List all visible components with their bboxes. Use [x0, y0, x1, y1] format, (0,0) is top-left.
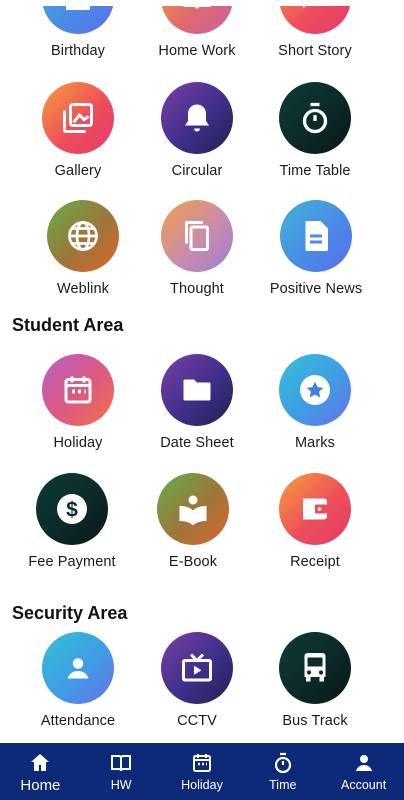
section-title-student-area: Student Area [12, 315, 124, 335]
tile-time-table[interactable]: Time Table [255, 82, 375, 179]
nav-label: HW [110, 778, 132, 792]
tile-fee-payment[interactable]: $ Fee Payment [12, 473, 132, 570]
tile-label: Birthday [51, 43, 105, 59]
tile-positive-news[interactable]: Positive News [256, 200, 376, 297]
nav-label: Home [20, 777, 61, 794]
tile-label: Time Table [279, 163, 351, 179]
tile-bus-track[interactable]: Bus Track [255, 632, 375, 729]
tile-label: Thought [170, 281, 224, 297]
tile-e-book[interactable]: E-Book [133, 473, 253, 570]
home-icon [31, 754, 50, 771]
tile-short-story[interactable]: Short Story [255, 0, 375, 59]
tile-thought[interactable]: Thought [137, 200, 257, 297]
document-icon [280, 200, 352, 272]
tile-label: Fee Payment [28, 554, 116, 570]
reader-icon [157, 473, 229, 545]
calendar-icon [42, 354, 114, 426]
tile-label: Circular [171, 163, 223, 179]
tile-label: Short Story [278, 43, 352, 59]
nav-label: Holiday [181, 778, 223, 792]
nav-item-holiday[interactable]: Holiday [162, 743, 243, 800]
svg-text:$: $ [66, 499, 78, 522]
tile-weblink[interactable]: Weblink [23, 200, 143, 297]
tile-label: Holiday [53, 435, 103, 451]
tile-label: Weblink [56, 281, 109, 297]
wallet-icon [279, 473, 351, 545]
tile-label: Receipt [290, 554, 340, 570]
person-icon [355, 755, 372, 771]
tile-attendance[interactable]: Attendance [18, 632, 138, 729]
tile-cctv[interactable]: CCTV [137, 632, 257, 729]
nav-item-time[interactable]: Time [242, 743, 323, 800]
nav-label: Account [341, 778, 387, 792]
folder-icon [161, 354, 233, 426]
calendar-icon [192, 754, 211, 772]
top-edge [0, 0, 404, 6]
copy-icon [161, 200, 233, 272]
tile-label: Gallery [54, 163, 102, 179]
tile-label: Home Work [158, 43, 236, 59]
nav-item-hw[interactable]: HW [81, 743, 162, 800]
tile-label: Positive News [269, 281, 363, 297]
tile-birthday[interactable]: Birthday [18, 0, 138, 59]
nav-item-home[interactable]: Home [0, 743, 81, 800]
tile-date-sheet[interactable]: Date Sheet [137, 354, 257, 451]
section-title-security-area: Security Area [12, 603, 128, 623]
tile-home-work[interactable]: Home Work [137, 0, 257, 59]
book-icon [111, 755, 132, 772]
gallery-icon [42, 82, 114, 154]
person-card-icon [42, 632, 114, 704]
tile-circular[interactable]: Circular [137, 82, 257, 179]
tile-label: E-Book [168, 554, 218, 570]
tile-label: Marks [295, 435, 335, 451]
bell-icon [161, 82, 233, 154]
nav-label: Time [269, 778, 297, 792]
dollar-icon: $ [36, 473, 108, 545]
tv-icon [161, 632, 233, 704]
bottom-navigation: Home HW Holiday Time Account [0, 743, 404, 800]
tile-receipt[interactable]: Receipt [255, 473, 375, 570]
tile-label: Attendance [40, 713, 116, 729]
stopwatch-icon [279, 82, 351, 154]
bus-icon [279, 632, 351, 704]
tile-marks[interactable]: Marks [255, 354, 375, 451]
stopwatch-icon [274, 752, 291, 774]
globe-icon [47, 200, 119, 272]
tile-holiday[interactable]: Holiday [18, 354, 138, 451]
tile-label: Bus Track [282, 713, 348, 729]
tile-gallery[interactable]: Gallery [18, 82, 138, 179]
star-badge-icon [279, 354, 351, 426]
nav-item-account[interactable]: Account [323, 743, 404, 800]
tile-label: CCTV [177, 713, 217, 729]
tile-label: Date Sheet [160, 435, 234, 451]
